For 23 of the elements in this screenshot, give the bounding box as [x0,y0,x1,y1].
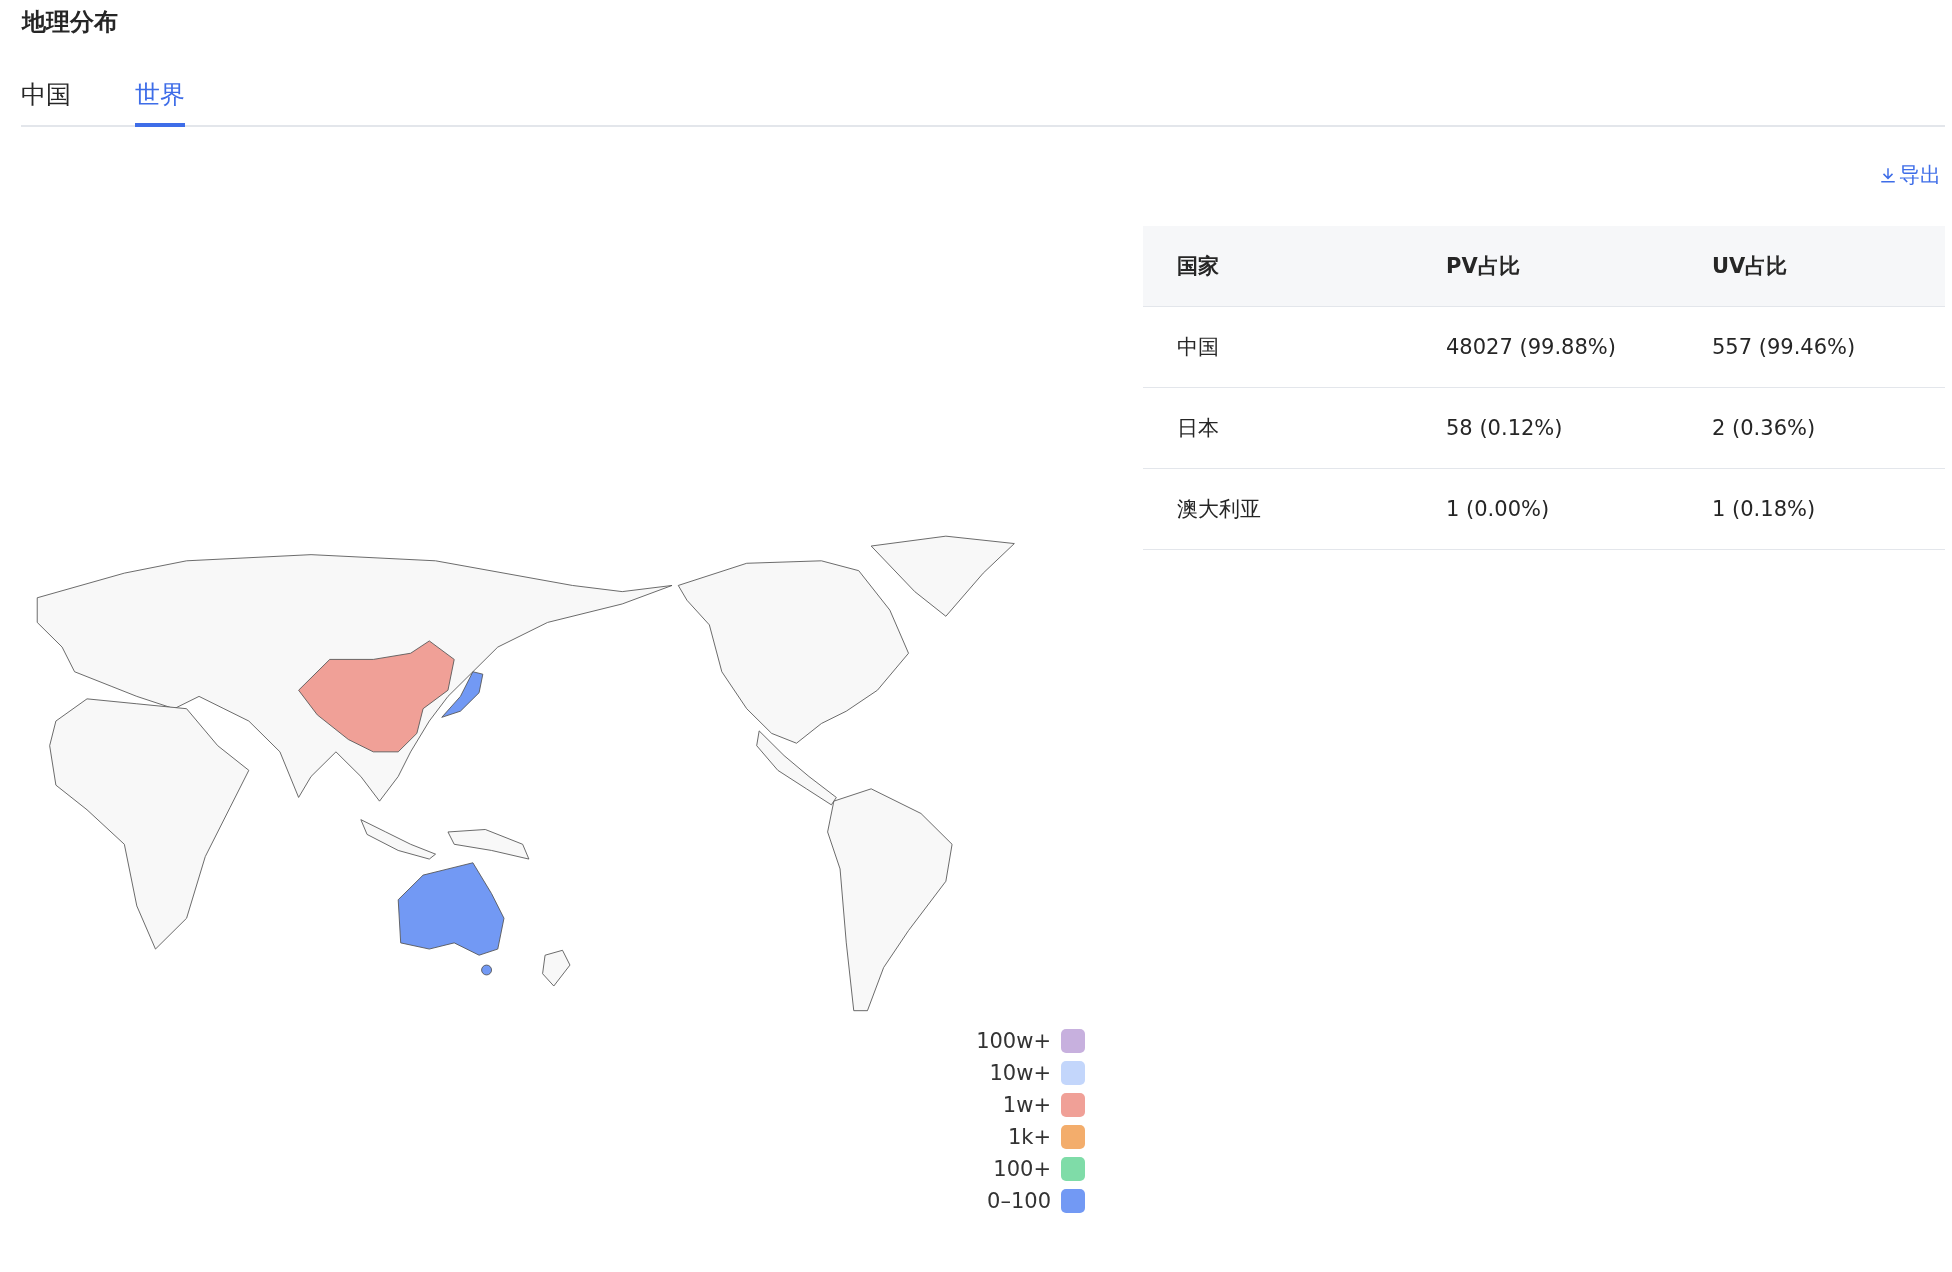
legend-label: 1w+ [1002,1093,1051,1117]
table-cell-text: 1 (0.00%) [1445,497,1551,521]
column-header: PV占比 [1445,253,1521,280]
export-button[interactable]: 导出 [1879,161,1941,189]
table-cell-text: 557 (99.46%) [1711,335,1857,359]
table-cell-text: 58 (0.12%) [1445,416,1564,440]
table-cell-text: 2 (0.36%) [1711,416,1817,440]
legend-label: 100w+ [976,1029,1051,1053]
legend-label: 100+ [993,1157,1051,1181]
tab[interactable]: 世界 [135,78,185,127]
table-cell-text: 1 (0.18%) [1711,497,1817,521]
section-title: 地理分布 [22,7,118,38]
table-cell-text: 日本 [1176,415,1220,442]
table-cell-text: 澳大利亚 [1176,496,1262,523]
legend-label: 1k+ [1007,1125,1051,1149]
download-icon [1879,166,1897,184]
table-cell-text: 48027 (99.88%) [1445,335,1617,359]
table-cell-text: 中国 [1176,334,1220,361]
legend-label: 0–100 [987,1189,1051,1213]
column-header: 国家 [1176,253,1220,280]
column-header: UV占比 [1711,253,1789,280]
legend-label: 10w+ [989,1061,1051,1085]
tab[interactable]: 中国 [21,78,71,127]
